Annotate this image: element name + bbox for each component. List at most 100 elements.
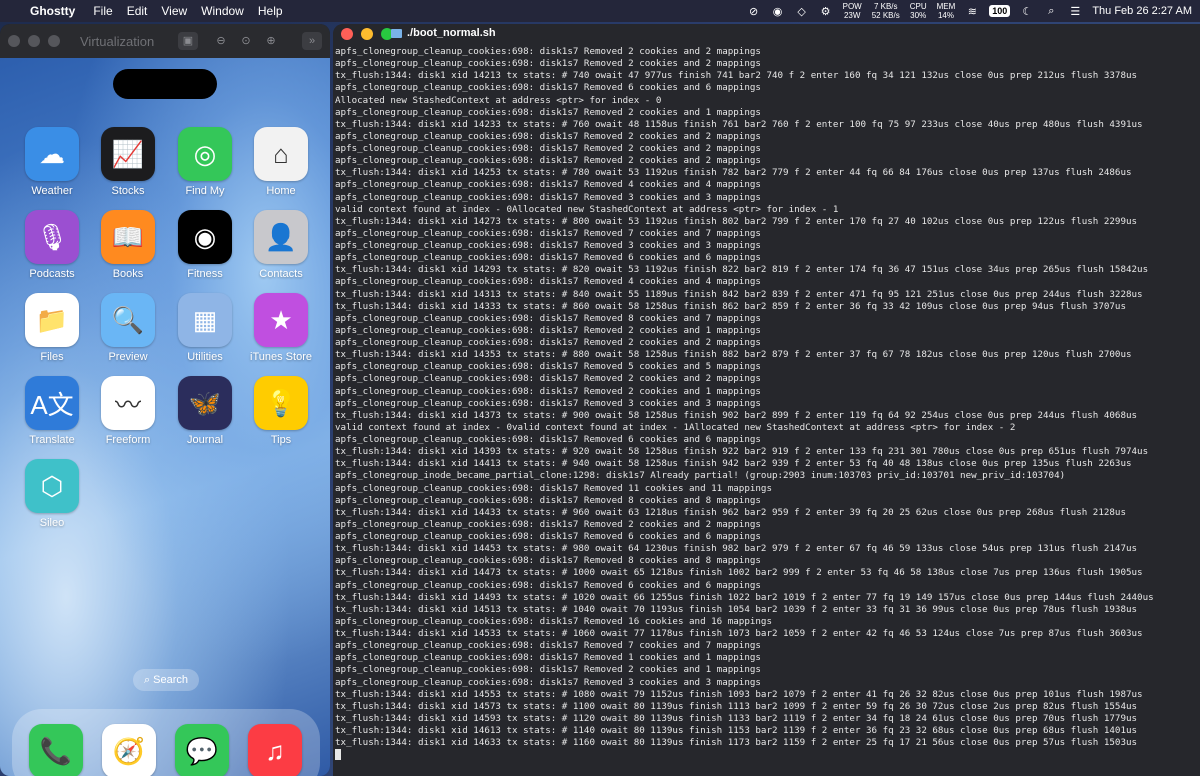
terminal-line: apfs_clonegroup_cleanup_cookies:698: dis…: [335, 640, 761, 652]
gear-icon[interactable]: ⚙: [819, 4, 833, 18]
itunes-store-icon: ★: [254, 293, 308, 347]
menu-app-name[interactable]: Ghostty: [30, 4, 75, 18]
terminal-line: apfs_clonegroup_cleanup_cookies:698: dis…: [335, 46, 761, 57]
app-sileo[interactable]: ⬡ Sileo: [24, 459, 80, 529]
close-button[interactable]: [8, 35, 20, 47]
stocks-icon: 📈: [101, 127, 155, 181]
zoom-button[interactable]: [48, 35, 60, 47]
power-stat[interactable]: POW 23W: [843, 2, 862, 20]
menu-view[interactable]: View: [161, 4, 187, 18]
app-label: Journal: [186, 434, 224, 446]
app-itunes-store[interactable]: ★ iTunes Store: [250, 293, 312, 363]
wifi-icon[interactable]: ≋: [965, 4, 979, 18]
dock-phone[interactable]: 📞: [28, 724, 84, 776]
diamond-icon[interactable]: ◇: [795, 4, 809, 18]
translate-icon: A文: [25, 376, 79, 430]
terminal-line: apfs_clonegroup_cleanup_cookies:698: dis…: [335, 106, 761, 118]
terminal-line: apfs_clonegroup_cleanup_cookies:698: dis…: [335, 130, 761, 142]
app-tips[interactable]: 💡 Tips: [253, 376, 309, 446]
control-center-icon[interactable]: ☰: [1068, 4, 1082, 18]
terminal-line: apfs_clonegroup_cleanup_cookies:698: dis…: [335, 652, 761, 664]
app-label: Contacts: [259, 268, 303, 280]
messages-icon: 💬: [175, 724, 229, 776]
terminal-line: apfs_clonegroup_cleanup_cookies:698: dis…: [335, 58, 761, 70]
fitness-icon: ◉: [178, 210, 232, 264]
terminal-line: apfs_clonegroup_cleanup_cookies:698: dis…: [335, 676, 761, 688]
terminal-line: apfs_clonegroup_cleanup_cookies:698: dis…: [335, 397, 761, 409]
app-label: Books: [112, 268, 144, 280]
app-findmy[interactable]: ◎ Find My: [177, 127, 233, 197]
terminal-titlebar[interactable]: ./boot_normal.sh: [333, 24, 1200, 44]
ios-home-screen: ☁ Weather 📈 Stocks ◎ Find My ⌂ Home 🎙 Podcasts 📖 Bo…: [0, 58, 330, 776]
zoom-out-icon[interactable]: ⊖: [211, 32, 231, 50]
record-icon[interactable]: ⊘: [747, 4, 761, 18]
terminal-line: tx_flush:1344: disk1 xid 14593 tx stats:…: [335, 712, 1138, 724]
freeform-icon: 〰: [101, 376, 155, 430]
app-books[interactable]: 📖 Books: [100, 210, 156, 280]
close-button[interactable]: [341, 28, 353, 40]
app-translate[interactable]: A文 Translate: [24, 376, 80, 446]
memory-stat[interactable]: MEM 14%: [937, 2, 956, 20]
terminal-cursor: [335, 749, 341, 761]
spotlight-search-button[interactable]: ⌕ Search: [133, 669, 199, 691]
app-label: Weather: [31, 185, 73, 197]
app-label: Home: [266, 185, 296, 197]
terminal-line: apfs_clonegroup_cleanup_cookies:698: dis…: [335, 615, 772, 627]
tips-icon: 💡: [254, 376, 308, 430]
terminal-line: apfs_clonegroup_cleanup_cookies:698: dis…: [335, 276, 761, 288]
music-icon: ♫: [248, 724, 302, 776]
moon-icon[interactable]: ☾: [1020, 4, 1034, 18]
menu-file[interactable]: File: [93, 4, 112, 18]
app-stocks[interactable]: 📈 Stocks: [100, 127, 156, 197]
app-podcasts[interactable]: 🎙 Podcasts: [24, 210, 80, 280]
zoom-fit-icon[interactable]: ⊙: [236, 32, 256, 50]
menu-bar: Ghostty File Edit View Window Help ⊘ ◉ ◇…: [0, 0, 1200, 22]
terminal-line: apfs_clonegroup_cleanup_cookies:698: dis…: [335, 155, 761, 167]
vm-titlebar[interactable]: Virtualization ▣ ⊖ ⊙ ⊕ »: [0, 24, 330, 58]
clock[interactable]: Thu Feb 26 2:27 AM: [1092, 5, 1192, 17]
app-home[interactable]: ⌂ Home: [253, 127, 309, 197]
terminal-line: tx_flush:1344: disk1 xid 14353 tx stats:…: [335, 349, 1132, 361]
battery-indicator[interactable]: 100: [989, 5, 1011, 17]
app-fitness[interactable]: ◉ Fitness: [177, 210, 233, 280]
screenshot-icon[interactable]: ▣: [178, 32, 198, 50]
dock-messages[interactable]: 💬: [174, 724, 230, 776]
terminal-line: apfs_clonegroup_cleanup_cookies:698: dis…: [335, 324, 761, 336]
menu-window[interactable]: Window: [201, 4, 244, 18]
utilities-folder-icon: ▦: [178, 293, 232, 347]
dock-safari[interactable]: 🧭: [101, 724, 157, 776]
terminal-line: apfs_clonegroup_cleanup_cookies:698: dis…: [335, 373, 761, 385]
vpn-icon[interactable]: ◉: [771, 4, 785, 18]
terminal-line: apfs_clonegroup_cleanup_cookies:698: dis…: [335, 191, 761, 203]
menu-help[interactable]: Help: [258, 4, 283, 18]
chevron-right-icon[interactable]: »: [302, 32, 322, 50]
terminal-line: apfs_clonegroup_cleanup_cookies:698: dis…: [335, 579, 761, 591]
dock-music[interactable]: ♫: [247, 724, 303, 776]
app-files[interactable]: 📁 Files: [24, 293, 80, 363]
search-icon[interactable]: ⌕: [1044, 4, 1058, 18]
terminal-line: tx_flush:1344: disk1 xid 14473 tx stats:…: [335, 567, 1143, 579]
terminal-line: apfs_clonegroup_cleanup_cookies:698: dis…: [335, 252, 761, 264]
terminal-line: tx_flush:1344: disk1 xid 14613 tx stats:…: [335, 725, 1138, 736]
app-utilities-folder[interactable]: ▦ Utilities: [177, 293, 233, 363]
terminal-output[interactable]: apfs_clonegroup_cleanup_cookies:698: dis…: [335, 46, 1195, 761]
minimize-button[interactable]: [361, 28, 373, 40]
zoom-in-icon[interactable]: ⊕: [261, 32, 281, 50]
terminal-title-text: ./boot_normal.sh: [407, 27, 496, 39]
terminal-line: tx_flush:1344: disk1 xid 14233 tx stats:…: [335, 118, 1143, 130]
menu-edit[interactable]: Edit: [127, 4, 148, 18]
app-journal[interactable]: 🦋 Journal: [177, 376, 233, 446]
terminal-line: apfs_clonegroup_cleanup_cookies:698: dis…: [335, 337, 761, 348]
terminal-window: ./boot_normal.sh apfs_clonegroup_cleanup…: [333, 24, 1200, 776]
minimize-button[interactable]: [28, 35, 40, 47]
preview-icon: 🔍: [101, 293, 155, 347]
app-preview[interactable]: 🔍 Preview: [100, 293, 156, 363]
app-contacts[interactable]: 👤 Contacts: [253, 210, 309, 280]
app-freeform[interactable]: 〰 Freeform: [100, 376, 156, 446]
files-icon: 📁: [25, 293, 79, 347]
terminal-line: apfs_clonegroup_inode_became_partial_clo…: [335, 470, 1066, 482]
terminal-line: tx_flush:1344: disk1 xid 14533 tx stats:…: [335, 628, 1143, 639]
app-weather[interactable]: ☁ Weather: [24, 127, 80, 197]
cpu-stat[interactable]: CPU 30%: [910, 2, 927, 20]
network-stat[interactable]: 7 KB/s 52 KB/s: [872, 2, 900, 20]
